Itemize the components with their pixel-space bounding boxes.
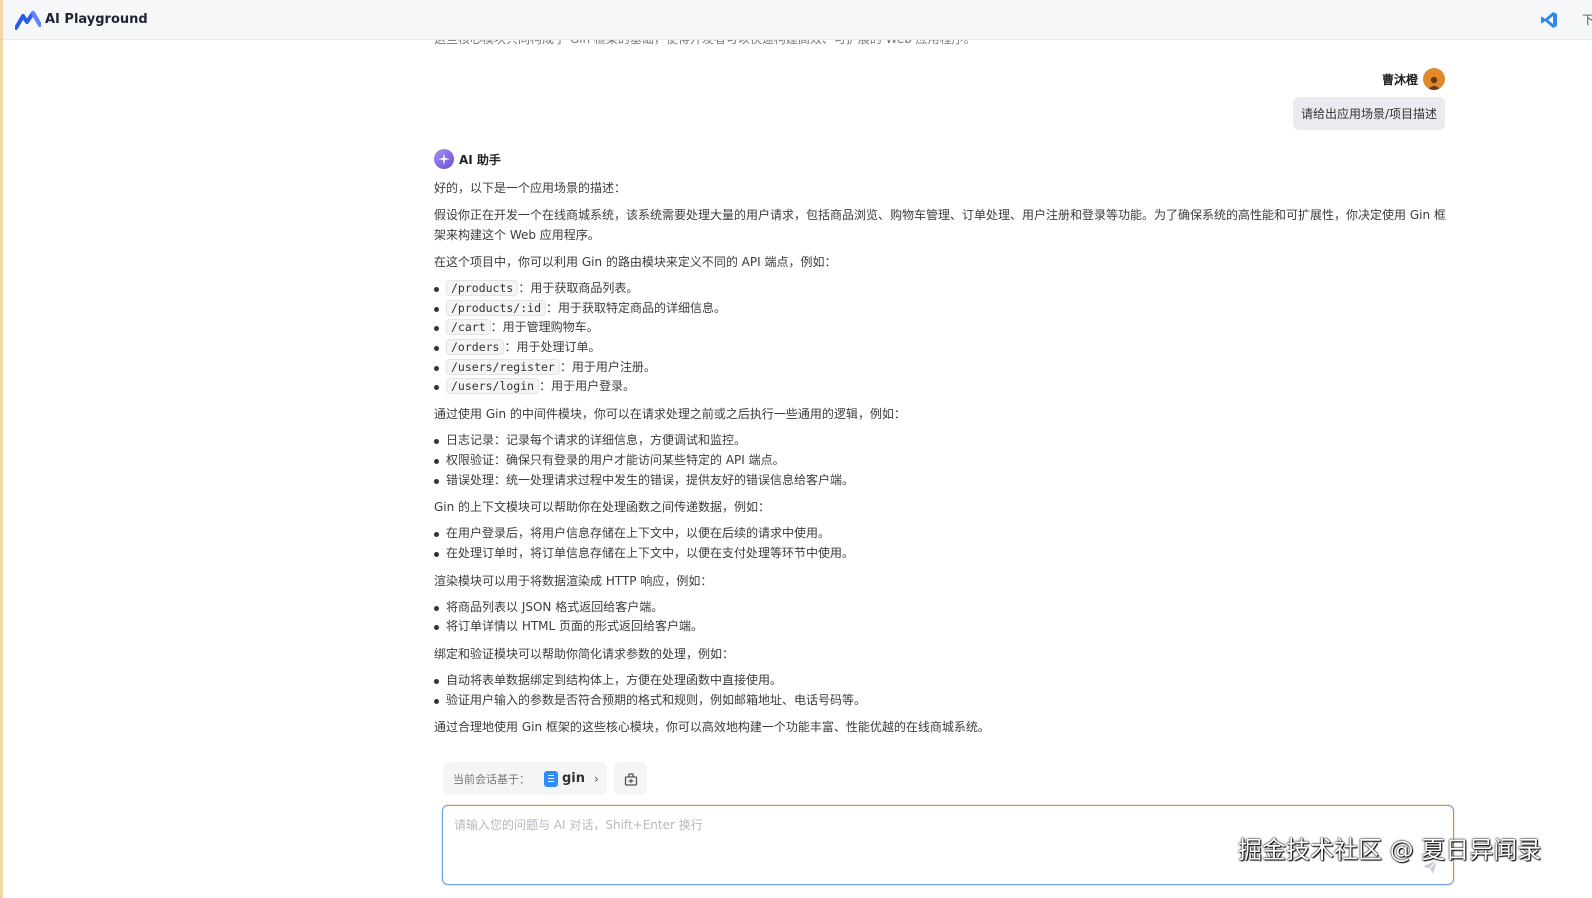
answer-routing-intro: 在这个项目中，你可以利用 Gin 的路由模块来定义不同的 API 端点，例如： (434, 255, 837, 269)
answer-conclusion: 通过合理地使用 Gin 框架的这些核心模块，你可以高效地构建一个功能丰富、性能优… (434, 720, 990, 735)
route-path: /users/login (446, 378, 540, 395)
person-icon (1427, 76, 1441, 90)
list-item: 权限验证：确保只有登录的用户才能访问某些特定的 API 端点。 (434, 451, 1448, 471)
doc-icon (544, 770, 558, 787)
route-desc: ：用于用户登录。 (539, 379, 636, 394)
watermark: 掘金技术社区 @ 夏日异闻录 (1238, 836, 1542, 864)
list-item: /users/register ：用于用户注册。 (434, 358, 1448, 378)
context-repo-name: gin (562, 771, 586, 786)
list-item: 日志记录：记录每个请求的详细信息，方便调试和监控。 (434, 431, 1448, 451)
vscode-icon[interactable] (1540, 11, 1558, 29)
list-item: 在处理订单时，将订单信息存储在上下文中，以便在支付处理等环节中使用。 (434, 544, 1448, 564)
top-bar: AI Playground 下 (3, 0, 1592, 40)
chevron-right-icon: › (594, 771, 599, 786)
route-path: /products/:id (446, 299, 547, 316)
route-path: /cart (446, 319, 491, 336)
render-list: 将商品列表以 JSON 格式返回给客户端。 将订单详情以 HTML 页面的形式返… (434, 598, 1448, 637)
window-left-edge (0, 0, 3, 898)
list-item: 将商品列表以 JSON 格式返回给客户端。 (434, 598, 1448, 618)
answer-middleware-intro: 通过使用 Gin 的中间件模块，你可以在请求处理之前或之后执行一些通用的逻辑，例… (434, 407, 906, 422)
binding-list: 自动将表单数据绑定到结构体上，方便在处理函数中直接使用。 验证用户输入的参数是否… (434, 671, 1448, 710)
route-desc: ：用于获取特定商品的详细信息。 (546, 300, 727, 315)
answer-context-intro: Gin 的上下文模块可以帮助你在处理函数之间传递数据，例如： (434, 500, 771, 515)
user-avatar (1423, 68, 1445, 90)
ai-playground-logo-icon (15, 10, 41, 30)
list-item: 将订单详情以 HTML 页面的形式返回给客户端。 (434, 617, 1448, 637)
list-item: 验证用户输入的参数是否符合预期的格式和规则，例如邮箱地址、电话号码等。 (434, 691, 1448, 711)
app-title: AI Playground (45, 12, 148, 27)
topbar-extra-label[interactable]: 下 (1582, 11, 1592, 28)
answer-binding-intro: 绑定和验证模块可以帮助你简化请求参数的处理，例如： (434, 646, 735, 661)
route-desc: ：用于用户注册。 (559, 359, 656, 374)
route-desc: ：用于处理订单。 (504, 340, 601, 355)
route-desc: ：用于管理购物车。 (490, 320, 599, 335)
answer-intro: 好的，以下是一个应用场景的描述： (434, 181, 627, 195)
list-item: /users/login ：用于用户登录。 (434, 377, 1448, 397)
context-label: 当前会话基于： (453, 772, 530, 786)
answer-render-intro: 渲染模块可以用于将数据渲染成 HTTP 响应，例如： (434, 573, 713, 588)
user-name: 曹沐橙 (1381, 72, 1418, 87)
list-item: 自动将表单数据绑定到结构体上，方便在处理函数中直接使用。 (434, 671, 1448, 691)
list-item: /orders ：用于处理订单。 (434, 338, 1448, 358)
routes-list: /products ：用于获取商品列表。 /products/:id ：用于获取特定… (434, 279, 1448, 397)
list-item: /products/:id ：用于获取特定商品的详细信息。 (434, 299, 1448, 319)
list-item: /products ：用于获取商品列表。 (434, 279, 1448, 299)
answer-scenario: 假设你正在开发一个在线商城系统，该系统需要处理大量的用户请求，包括商品浏览、购物… (434, 208, 1446, 242)
list-item: /cart ：用于管理购物车。 (434, 318, 1448, 338)
list-item: 错误处理：统一处理请求过程中发生的错误，提供友好的错误信息给客户端。 (434, 471, 1448, 491)
session-context-selector[interactable]: 当前会话基于： gin › (443, 762, 607, 795)
sparkle-icon (438, 153, 450, 165)
context-list: 在用户登录后，将用户信息存储在上下文中，以便在后续的请求中使用。 在处理订单时，… (434, 524, 1448, 563)
assistant-header: AI 助手 (434, 149, 501, 169)
assistant-answer: 好的，以下是一个应用场景的描述： 假设你正在开发一个在线商城系统，该系统需要处理… (434, 178, 1448, 744)
clear-context-icon (624, 772, 637, 786)
list-item: 在用户登录后，将用户信息存储在上下文中，以便在后续的请求中使用。 (434, 524, 1448, 544)
route-desc: ：用于获取商品列表。 (518, 281, 639, 295)
assistant-avatar (434, 149, 454, 169)
route-path: /orders (446, 339, 505, 356)
route-path: /users/register (446, 358, 560, 375)
user-message-header: 曹沐橙 (1382, 68, 1445, 90)
route-path: /products (446, 280, 519, 296)
middleware-list: 日志记录：记录每个请求的详细信息，方便调试和监控。 权限验证：确保只有登录的用户… (434, 431, 1448, 490)
user-message-bubble: 请给出应用场景/项目描述 (1292, 97, 1445, 130)
assistant-name: AI 助手 (459, 152, 501, 167)
clear-context-button[interactable] (614, 762, 647, 795)
